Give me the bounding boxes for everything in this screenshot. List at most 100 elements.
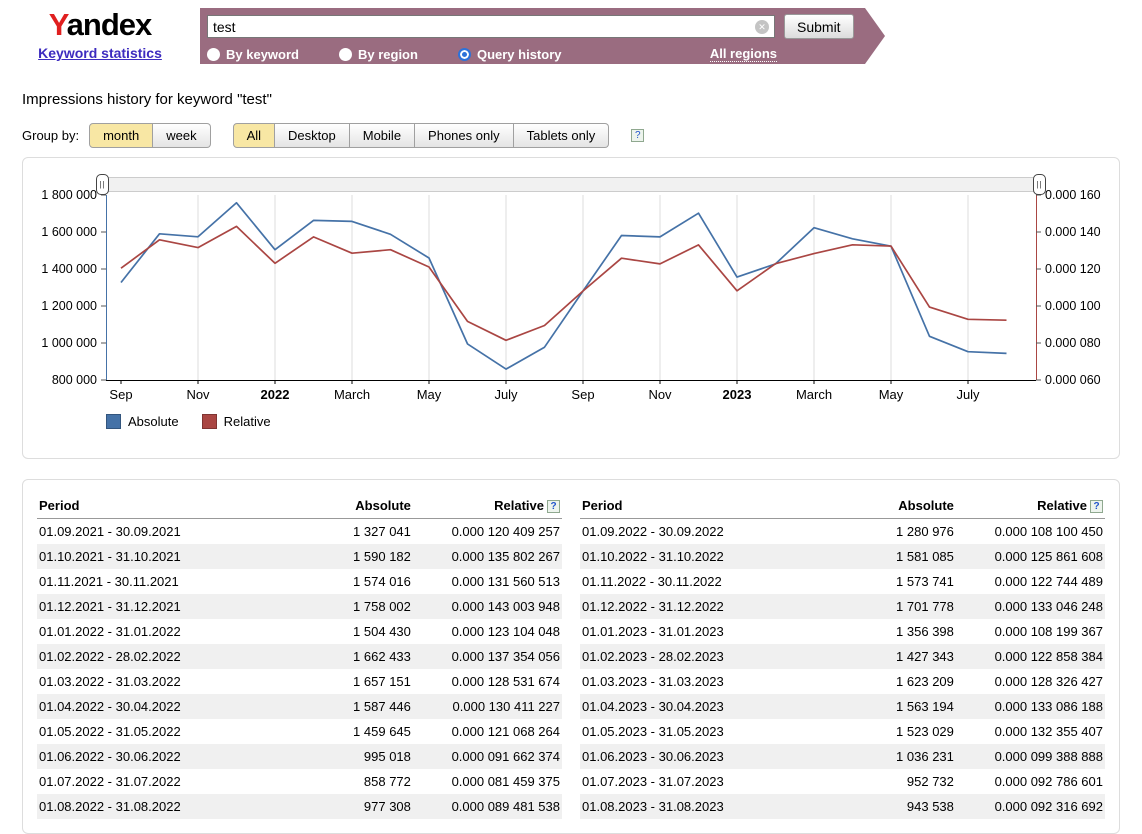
absolute-cell: 1 581 085: [828, 544, 956, 569]
absolute-cell: 1 356 398: [828, 619, 956, 644]
table-row: 01.04.2022 - 30.04.20221 587 4460.000 13…: [37, 694, 562, 719]
relative-cell: 0.000 131 560 513: [413, 569, 562, 594]
period-cell: 01.03.2022 - 31.03.2022: [37, 669, 285, 694]
relative-cell: 0.000 081 459 375: [413, 769, 562, 794]
period-cell: 01.04.2022 - 30.04.2022: [37, 694, 285, 719]
clear-input-icon[interactable]: ✕: [755, 20, 769, 34]
relative-help-icon[interactable]: ?: [547, 500, 560, 513]
x-axis-tick-label: Sep: [109, 387, 132, 402]
period-cell: 01.05.2023 - 31.05.2023: [580, 719, 828, 744]
tab-mobile[interactable]: Mobile: [350, 123, 415, 148]
relative-cell: 0.000 133 086 188: [956, 694, 1105, 719]
page-title: Impressions history for keyword "test": [22, 91, 1142, 108]
relative-cell: 0.000 130 411 227: [413, 694, 562, 719]
absolute-cell: 1 427 343: [828, 644, 956, 669]
right-axis-tick-label: 0.000 140: [1045, 225, 1101, 239]
period-cell: 01.10.2022 - 31.10.2022: [580, 544, 828, 569]
impressions-table-year2: PeriodAbsoluteRelative?01.09.2022 - 30.0…: [580, 495, 1105, 819]
radio-by-region[interactable]: By region: [339, 47, 418, 62]
tab-phones-only[interactable]: Phones only: [415, 123, 514, 148]
groupby-week[interactable]: week: [153, 123, 210, 148]
radio-query-history[interactable]: Query history: [458, 47, 562, 62]
absolute-cell: 1 523 029: [828, 719, 956, 744]
group-by-buttons: monthweek: [89, 123, 211, 148]
absolute-cell: 1 459 645: [285, 719, 413, 744]
relative-cell: 0.000 092 316 692: [956, 794, 1105, 819]
radio-dot-query-history[interactable]: [458, 48, 471, 61]
relative-cell: 0.000 091 662 374: [413, 744, 562, 769]
tab-desktop[interactable]: Desktop: [275, 123, 350, 148]
period-cell: 01.01.2023 - 31.01.2023: [580, 619, 828, 644]
radio-by-keyword[interactable]: By keyword: [207, 47, 299, 62]
relative-cell: 0.000 121 068 264: [413, 719, 562, 744]
tab-all[interactable]: All: [233, 123, 275, 148]
table-row: 01.02.2022 - 28.02.20221 662 4330.000 13…: [37, 644, 562, 669]
right-axis-tick-label: 0.000 160: [1045, 188, 1101, 202]
slider-handle-right[interactable]: ||: [1033, 174, 1046, 195]
absolute-cell: 1 563 194: [828, 694, 956, 719]
radio-label-query-history: Query history: [477, 47, 562, 62]
relative-cell: 0.000 099 388 888: [956, 744, 1105, 769]
absolute-cell: 1 587 446: [285, 694, 413, 719]
period-cell: 01.06.2023 - 30.06.2023: [580, 744, 828, 769]
absolute-cell: 1 758 002: [285, 594, 413, 619]
logo-rest: andex: [67, 7, 152, 42]
col-header-relative: Relative?: [956, 495, 1105, 519]
table-row: 01.06.2022 - 30.06.2022995 0180.000 091 …: [37, 744, 562, 769]
right-axis-tick-label: 0.000 100: [1045, 299, 1101, 313]
groupby-month[interactable]: month: [89, 123, 153, 148]
period-cell: 01.12.2021 - 31.12.2021: [37, 594, 285, 619]
slider-handle-left[interactable]: ||: [96, 174, 109, 195]
absolute-cell: 943 538: [828, 794, 956, 819]
absolute-cell: 1 036 231: [828, 744, 956, 769]
chart-range-slider[interactable]: || ||: [101, 177, 1041, 192]
table-row: 01.10.2022 - 31.10.20221 581 0850.000 12…: [580, 544, 1105, 569]
table-header-row: PeriodAbsoluteRelative?: [580, 495, 1105, 519]
relative-cell: 0.000 133 046 248: [956, 594, 1105, 619]
right-axis-tick-label: 0.000 060: [1045, 373, 1101, 387]
left-axis-tick-label: 1 400 000: [41, 262, 97, 276]
absolute-cell: 1 504 430: [285, 619, 413, 644]
relative-cell: 0.000 125 861 608: [956, 544, 1105, 569]
table-row: 01.09.2021 - 30.09.20211 327 0410.000 12…: [37, 519, 562, 545]
device-help-icon[interactable]: ?: [631, 129, 644, 142]
absolute-cell: 858 772: [285, 769, 413, 794]
relative-cell: 0.000 137 354 056: [413, 644, 562, 669]
all-regions-link[interactable]: All regions: [710, 46, 777, 62]
legend-relative[interactable]: Relative: [202, 414, 271, 429]
legend-label-relative: Relative: [224, 414, 271, 429]
absolute-cell: 1 574 016: [285, 569, 413, 594]
impressions-table-year1: PeriodAbsoluteRelative?01.09.2021 - 30.0…: [37, 495, 562, 819]
impressions-chart: 1 800 0001 600 0001 400 0001 200 0001 00…: [23, 158, 1119, 458]
left-axis-tick-label: 1 000 000: [41, 336, 97, 350]
legend-swatch-relative: [202, 414, 217, 429]
x-axis-tick-label: March: [796, 387, 832, 402]
relative-help-icon[interactable]: ?: [1090, 500, 1103, 513]
logo-letter-y: Y: [49, 7, 67, 42]
period-cell: 01.01.2022 - 31.01.2022: [37, 619, 285, 644]
keyword-statistics-link[interactable]: Keyword statistics: [38, 45, 162, 61]
top-bar: Yandex Keyword statistics ✕ Submit By ke…: [0, 0, 1142, 64]
absolute-series-line: [121, 203, 1007, 369]
period-cell: 01.05.2022 - 31.05.2022: [37, 719, 285, 744]
yandex-logo[interactable]: Yandex: [0, 8, 200, 42]
impressions-table-panel: PeriodAbsoluteRelative? 01.09.2021 - 30.0…: [22, 479, 1120, 834]
absolute-cell: 995 018: [285, 744, 413, 769]
radio-dot-by-keyword[interactable]: [207, 48, 220, 61]
table-row: 01.04.2023 - 30.04.20231 563 1940.000 13…: [580, 694, 1105, 719]
period-cell: 01.11.2022 - 30.11.2022: [580, 569, 828, 594]
table-row: 01.06.2023 - 30.06.20231 036 2310.000 09…: [580, 744, 1105, 769]
legend-label-absolute: Absolute: [128, 414, 179, 429]
table-row: 01.08.2022 - 31.08.2022977 3080.000 089 …: [37, 794, 562, 819]
tab-tablets-only[interactable]: Tablets only: [514, 123, 610, 148]
legend-absolute[interactable]: Absolute: [106, 414, 179, 429]
searchbar-arrow-decoration: [865, 8, 885, 64]
table-row: 01.05.2022 - 31.05.20221 459 6450.000 12…: [37, 719, 562, 744]
radio-dot-by-region[interactable]: [339, 48, 352, 61]
table-row: 01.03.2023 - 31.03.20231 623 2090.000 12…: [580, 669, 1105, 694]
table-row: 01.12.2021 - 31.12.20211 758 0020.000 14…: [37, 594, 562, 619]
search-input[interactable]: [207, 15, 775, 38]
relative-cell: 0.000 108 100 450: [956, 519, 1105, 545]
submit-button[interactable]: Submit: [784, 14, 854, 39]
period-cell: 01.12.2022 - 31.12.2022: [580, 594, 828, 619]
